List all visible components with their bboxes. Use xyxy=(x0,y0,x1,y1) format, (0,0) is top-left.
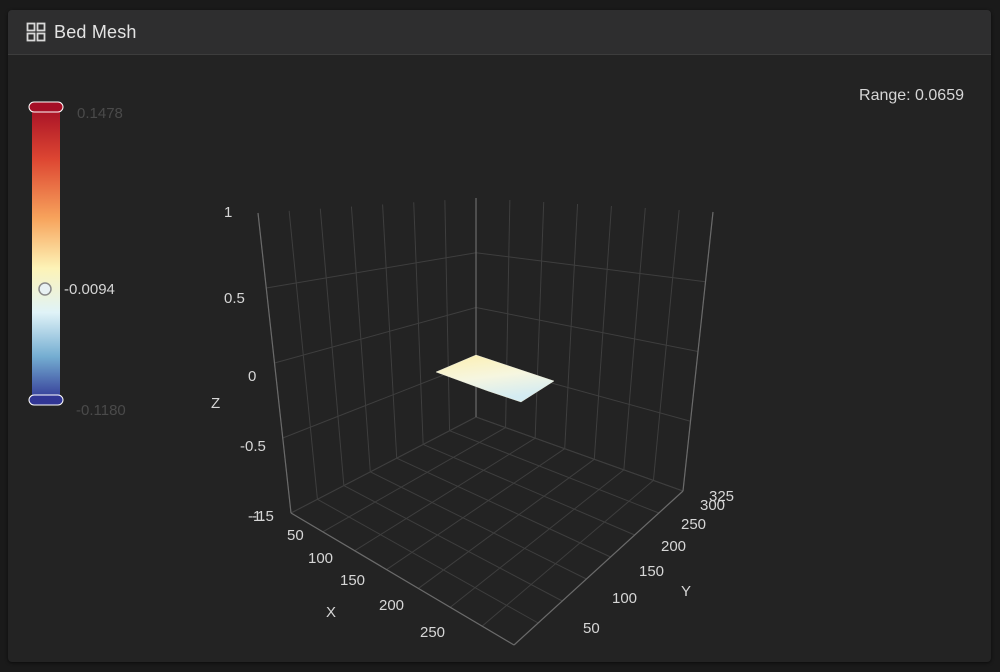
z-tick-label: -1.5 xyxy=(248,508,274,525)
grid-line xyxy=(317,498,539,624)
z-tick-label: 1 xyxy=(224,204,232,221)
y-tick-label: 250 xyxy=(681,516,706,533)
y-tick-label: 100 xyxy=(612,590,637,607)
y-tick-label: 50 xyxy=(583,620,600,637)
y-axis-ticks: 50100150200250300325 xyxy=(583,488,734,637)
grid-line xyxy=(449,469,625,608)
grid-line xyxy=(290,416,477,514)
grid-line xyxy=(475,252,706,283)
x-tick-label: 50 xyxy=(287,527,304,544)
grid-line xyxy=(274,307,477,364)
grid-line xyxy=(354,437,536,552)
grid-line xyxy=(418,458,595,589)
grid-line xyxy=(475,307,699,352)
grid-line xyxy=(266,252,477,289)
grid-icon xyxy=(26,22,46,42)
z-tick-label: 0 xyxy=(248,368,256,385)
axis-edge xyxy=(682,211,714,492)
colorbar-gradient xyxy=(32,106,60,401)
z-tick-label: 0.5 xyxy=(224,290,245,307)
grid-line xyxy=(396,457,611,558)
grid-line xyxy=(422,443,635,536)
colorbar-min-label: -0.1180 xyxy=(76,402,126,419)
bed-mesh-chart[interactable]: 0.1478 -0.0094 -0.1180 10.50-0.5-1-1.5 5… xyxy=(8,55,991,662)
colorbar: 0.1478 -0.0094 -0.1180 xyxy=(28,101,126,419)
colorbar-mid-handle[interactable] xyxy=(38,282,52,296)
card-title: Bed Mesh xyxy=(54,21,137,42)
colorbar-max-label: 0.1478 xyxy=(77,105,123,122)
y-axis-title: Y xyxy=(681,583,691,600)
bed-mesh-plot[interactable]: 0.1478 -0.0094 -0.1180 1 0.5 0 -0.5 -1 -1.5 5… xyxy=(8,55,991,662)
x-tick-label: 250 xyxy=(420,624,445,641)
z-axis-title: Z xyxy=(211,395,220,412)
z-tick-label: -0.5 xyxy=(240,438,266,455)
bed-mesh-card: Bed Mesh 0.1478 -0.0094 -0.1180 1 0.5 0 … xyxy=(8,10,991,662)
colorbar-max-handle[interactable] xyxy=(28,101,64,113)
x-axis-title: X xyxy=(326,604,336,621)
x-tick-label: 150 xyxy=(340,572,365,589)
axis-edge xyxy=(257,212,292,514)
y-tick-label: 150 xyxy=(639,563,664,580)
colorbar-mid-label: -0.0094 xyxy=(64,281,115,298)
grid-line xyxy=(343,485,563,602)
x-tick-label: 100 xyxy=(308,550,333,567)
colorbar-min-handle[interactable] xyxy=(28,394,64,406)
grid-line xyxy=(322,427,506,533)
axis-edge xyxy=(290,512,515,646)
card-header: Bed Mesh xyxy=(8,10,991,55)
y-tick-label: 200 xyxy=(661,538,686,555)
x-tick-label: 200 xyxy=(379,597,404,614)
y-tick-label: 325 xyxy=(709,488,734,505)
z-axis-ticks: 10.50-0.5-1-1.5 xyxy=(224,204,274,525)
range-label: Range: 0.0659 xyxy=(859,87,964,104)
